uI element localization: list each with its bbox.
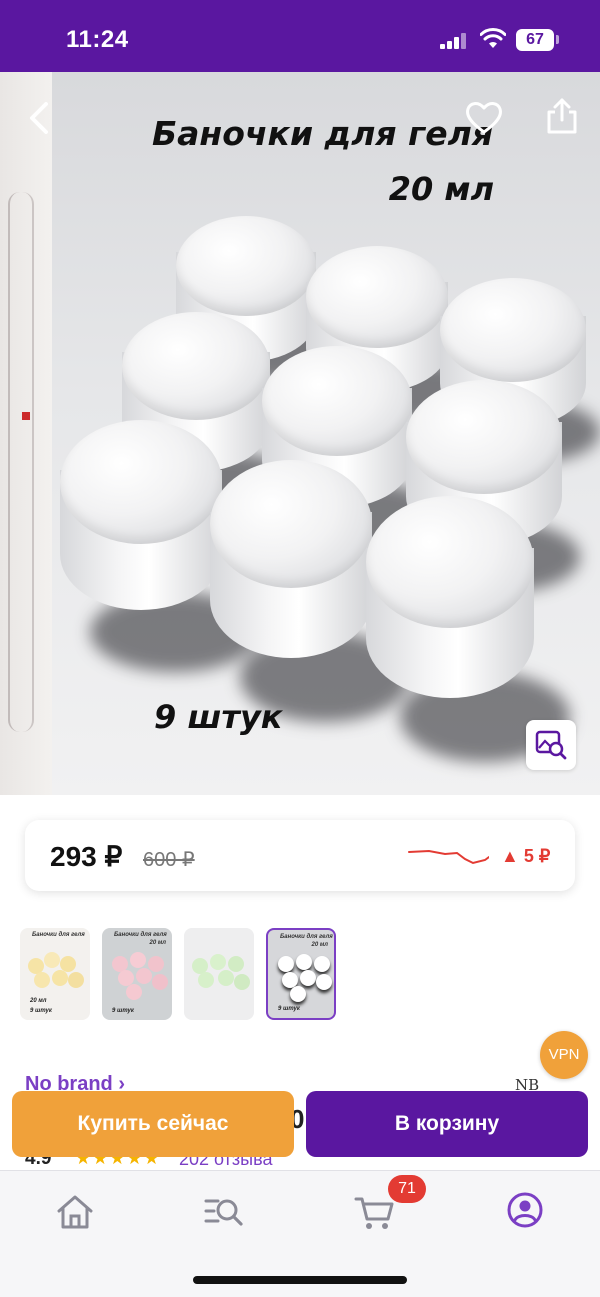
image-caption-title: Баночки для геля xyxy=(152,114,494,153)
price-card[interactable]: 293 ₽ 600 ₽ ▲ 5 ₽ xyxy=(25,820,575,891)
cart-count-badge: 71 xyxy=(388,1175,426,1203)
thumbnail-sub: 20 мл xyxy=(311,942,328,948)
image-search-button[interactable] xyxy=(526,720,576,770)
catalog-search-icon[interactable] xyxy=(198,1187,248,1237)
chevron-left-icon[interactable] xyxy=(22,96,58,140)
old-price: 600 ₽ xyxy=(143,849,195,871)
image-caption-count: 9 штук xyxy=(154,698,283,736)
status-bar: 11:24 67 xyxy=(0,0,600,72)
thumbnail-sub: 20 мл xyxy=(149,940,166,946)
image-search-icon xyxy=(535,730,567,760)
thumbnail-title: Баночки для геля xyxy=(280,934,333,940)
thumbnail-4[interactable]: Баночки для геля 20 мл 9 штук xyxy=(266,928,336,1020)
thumbnail-count: 9 штук xyxy=(112,1008,134,1014)
decorative-dot xyxy=(22,412,30,420)
decorative-tube xyxy=(8,192,34,732)
share-icon[interactable] xyxy=(540,94,584,138)
battery-indicator: 67 xyxy=(516,29,554,51)
thumbnail-3[interactable] xyxy=(184,928,254,1020)
price-change: ▲ 5 ₽ xyxy=(501,846,551,866)
thumbnail-2[interactable]: Баночки для геля 20 мл 9 штук xyxy=(102,928,172,1020)
buy-now-button[interactable]: Купить сейчас xyxy=(12,1091,294,1157)
vpn-badge[interactable]: VPN xyxy=(540,1031,588,1079)
bottom-navigation: 71 xyxy=(0,1170,600,1297)
thumbnail-title: Баночки для геля xyxy=(32,932,85,938)
adjacent-image-edge xyxy=(0,72,52,795)
add-to-cart-button[interactable]: В корзину xyxy=(306,1091,588,1157)
thumbnail-count: 9 штук xyxy=(278,1006,300,1012)
home-indicator xyxy=(193,1276,407,1284)
home-icon[interactable] xyxy=(50,1187,100,1237)
wifi-icon xyxy=(480,28,506,48)
image-thumbnails: Баночки для геля 20 мл 9 штук Баночки дл… xyxy=(20,928,350,1022)
thumbnail-count: 9 штук xyxy=(30,1008,52,1014)
image-caption-volume: 20 мл xyxy=(388,170,494,208)
status-time: 11:24 xyxy=(66,26,129,53)
signal-icon xyxy=(440,33,468,49)
heart-icon[interactable] xyxy=(462,96,506,140)
current-price: 293 ₽ xyxy=(50,841,123,872)
thumbnail-title: Баночки для геля xyxy=(114,932,167,938)
thumbnail-sub: 20 мл xyxy=(30,998,47,1004)
thumbnail-1[interactable]: Баночки для геля 20 мл 9 штук xyxy=(20,928,90,1020)
profile-icon[interactable] xyxy=(500,1187,550,1237)
product-image-gallery[interactable]: Баночки для геля 20 мл 9 штук xyxy=(0,72,600,795)
price-history-sparkline xyxy=(408,849,489,865)
battery-tip xyxy=(556,35,559,44)
